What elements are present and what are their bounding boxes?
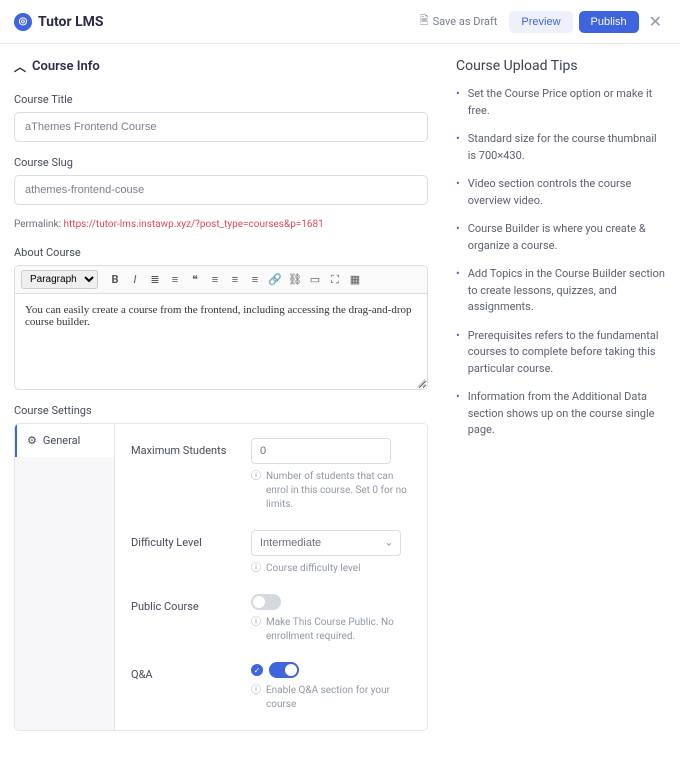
difficulty-label: Difficulty Level [131, 530, 251, 576]
public-course-label: Public Course [131, 594, 251, 644]
check-icon: ✓ [251, 664, 263, 676]
brand-icon: ◎ [14, 13, 32, 31]
editor-textarea[interactable]: You can easily create a course from the … [15, 294, 427, 389]
difficulty-select[interactable]: Intermediate [251, 530, 401, 556]
max-students-label: Maximum Students [131, 438, 251, 512]
tip-item: Video section controls the course overvi… [468, 176, 666, 209]
max-students-hint: Number of students that can enrol in thi… [266, 470, 411, 512]
tip-item: Set the Course Price option or make it f… [468, 86, 666, 119]
course-settings-heading: Course Settings [14, 404, 428, 417]
course-title-input[interactable] [14, 112, 428, 142]
public-course-toggle[interactable] [251, 594, 281, 610]
preview-button[interactable]: Preview [509, 11, 572, 33]
unlink-icon[interactable]: ⛓ [286, 271, 304, 289]
qa-toggle[interactable] [269, 662, 299, 678]
permalink-url[interactable]: https://tutor-lms.instawp.xyz/?post_type… [64, 219, 324, 230]
quote-icon[interactable]: ❝ [186, 271, 204, 289]
format-select[interactable]: Paragraph [21, 270, 98, 289]
tab-general-label: General [43, 434, 80, 447]
align-right-icon[interactable]: ≡ [246, 271, 264, 289]
info-icon: ⓘ [251, 684, 261, 698]
course-info-title: Course Info [32, 59, 100, 74]
public-course-hint: Make This Course Public. No enrollment r… [266, 616, 411, 644]
bold-icon[interactable]: B [106, 271, 124, 289]
qa-hint: Enable Q&A section for your course [266, 684, 411, 712]
publish-button[interactable]: Publish [579, 11, 639, 33]
about-course-label: About Course [14, 246, 428, 259]
qa-label: Q&A [131, 662, 251, 712]
course-info-toggle[interactable]: ︿ Course Info [14, 58, 428, 75]
difficulty-hint: Course difficulty level [266, 562, 361, 576]
tab-general[interactable]: ⚙ General [15, 424, 114, 457]
brand-logo: ◎ Tutor LMS [14, 13, 104, 31]
align-center-icon[interactable]: ≡ [226, 271, 244, 289]
permalink-label: Permalink: [14, 219, 61, 230]
close-icon[interactable]: ✕ [645, 12, 666, 31]
info-icon: ⓘ [251, 470, 261, 484]
more-icon[interactable]: ▦ [346, 271, 364, 289]
fullscreen-icon[interactable]: ⛶ [326, 271, 344, 289]
link-icon[interactable]: 🔗 [266, 271, 284, 289]
max-students-input[interactable] [251, 438, 391, 464]
rich-editor: Paragraph B I ≣ ≡ ❝ ≡ ≡ ≡ 🔗 ⛓ ▭ ⛶ ▦ You … [14, 265, 428, 390]
save-draft-button[interactable]: 🗎 Save as Draft [414, 8, 504, 35]
tips-list: Set the Course Price option or make it f… [456, 86, 666, 439]
brand-text: Tutor LMS [38, 14, 104, 30]
tips-heading: Course Upload Tips [456, 58, 666, 74]
save-icon: 🗎 [420, 12, 429, 31]
image-icon[interactable]: ▭ [306, 271, 324, 289]
tip-item: Information from the Additional Data sec… [468, 389, 666, 439]
permalink-row: Permalink: https://tutor-lms.instawp.xyz… [14, 219, 428, 230]
tip-item: Add Topics in the Course Builder section… [468, 266, 666, 316]
align-left-icon[interactable]: ≡ [206, 271, 224, 289]
course-slug-label: Course Slug [14, 156, 428, 169]
editor-toolbar: Paragraph B I ≣ ≡ ❝ ≡ ≡ ≡ 🔗 ⛓ ▭ ⛶ ▦ [15, 266, 427, 294]
tip-item: Course Builder is where you create & org… [468, 221, 666, 254]
course-title-label: Course Title [14, 93, 428, 106]
info-icon: ⓘ [251, 616, 261, 630]
info-icon: ⓘ [251, 562, 261, 576]
course-slug-input[interactable] [14, 175, 428, 205]
chevron-up-icon: ︿ [14, 58, 26, 75]
tip-item: Standard size for the course thumbnail i… [468, 131, 666, 164]
save-draft-label: Save as Draft [433, 15, 498, 28]
bullet-list-icon[interactable]: ≣ [146, 271, 164, 289]
gear-icon: ⚙ [27, 434, 37, 447]
tip-item: Prerequisites refers to the fundamental … [468, 328, 666, 378]
italic-icon[interactable]: I [126, 271, 144, 289]
numbered-list-icon[interactable]: ≡ [166, 271, 184, 289]
